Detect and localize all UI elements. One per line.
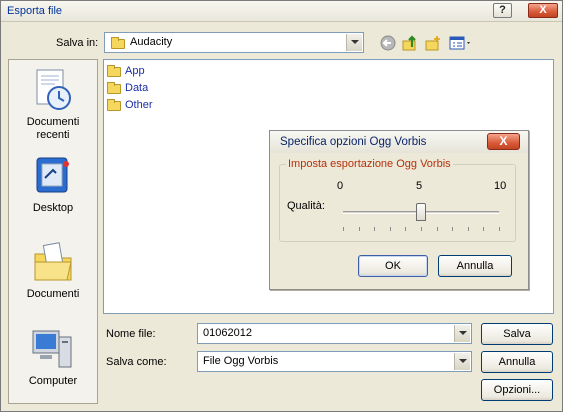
slider-tick — [452, 227, 454, 231]
place-label: Documenti — [26, 288, 80, 300]
close-button[interactable]: X — [528, 3, 558, 18]
filename-value: 01062012 — [203, 327, 252, 339]
back-arrow-icon[interactable] — [380, 35, 396, 51]
export-file-window: Esporta file ? X Salva in: Audacity Docu… — [0, 0, 563, 412]
slider-tick — [358, 227, 360, 231]
slider-tick — [499, 227, 500, 231]
title-bar: Esporta file ? X — [1, 1, 562, 22]
cancel-button[interactable]: Annulla — [481, 351, 553, 373]
folder-icon — [107, 65, 121, 77]
computer-icon — [32, 330, 72, 368]
help-button[interactable]: ? — [493, 3, 512, 18]
slider-tick — [389, 227, 391, 231]
place-label: Desktop — [32, 202, 74, 214]
filename-label: Nome file: — [106, 328, 156, 340]
scale-mid-label: 5 — [416, 180, 423, 192]
group-caption: Imposta esportazione Ogg Vorbis — [286, 158, 453, 170]
dialog-title-bar: Specifica opzioni Ogg Vorbis X — [270, 131, 528, 153]
slider-tick — [436, 227, 438, 231]
slider-tick — [405, 227, 407, 231]
chevron-down-icon[interactable] — [454, 325, 470, 342]
slider-tick — [374, 227, 376, 231]
place-label: Documenti recenti — [26, 116, 80, 141]
window-title: Esporta file — [7, 5, 63, 17]
chevron-down-icon[interactable] — [454, 353, 470, 370]
folder-icon — [111, 37, 125, 49]
item-name: Data — [125, 82, 149, 94]
dialog-close-button[interactable]: X — [487, 133, 520, 150]
save-in-label: Salva in: — [56, 37, 99, 49]
my-documents-icon — [34, 242, 72, 281]
quality-label: Qualità: — [287, 200, 325, 212]
place-computer[interactable]: Computer — [9, 325, 97, 395]
new-folder-icon[interactable] — [425, 35, 441, 51]
save-in-dropdown[interactable]: Audacity — [104, 32, 364, 53]
scale-max-label: 10 — [494, 180, 507, 192]
options-button[interactable]: Opzioni... — [481, 379, 553, 401]
quality-slider-thumb[interactable] — [416, 203, 426, 221]
ogg-options-dialog: Specifica opzioni Ogg Vorbis X Imposta e… — [269, 130, 529, 290]
saveas-dropdown[interactable]: File Ogg Vorbis — [197, 351, 472, 372]
slider-tick — [483, 227, 485, 231]
folder-icon — [107, 82, 121, 94]
dialog-title: Specifica opzioni Ogg Vorbis — [280, 136, 427, 148]
slider-tick — [467, 227, 469, 231]
scale-min-label: 0 — [337, 180, 344, 192]
save-button[interactable]: Salva — [481, 323, 553, 345]
views-menu-icon[interactable] — [449, 35, 473, 51]
item-name: Other — [125, 99, 153, 111]
slider-tick — [343, 227, 344, 231]
place-desktop[interactable]: Desktop — [9, 152, 97, 222]
ok-button[interactable]: OK — [358, 255, 428, 277]
place-recent-documents[interactable]: Documenti recenti — [9, 64, 97, 144]
up-folder-icon[interactable] — [402, 35, 418, 51]
desktop-icon — [36, 157, 69, 193]
item-name: App — [125, 65, 145, 77]
dialog-cancel-button[interactable]: Annulla — [438, 255, 512, 277]
saveas-value: File Ogg Vorbis — [203, 355, 279, 367]
folder-icon — [107, 99, 121, 111]
recent-documents-icon — [36, 69, 71, 110]
slider-tick — [421, 227, 422, 231]
filename-input[interactable]: 01062012 — [197, 323, 472, 344]
place-documents[interactable]: Documenti — [9, 238, 97, 308]
place-label: Computer — [28, 375, 78, 387]
save-in-value: Audacity — [130, 36, 173, 48]
places-bar: Documenti recenti Desktop Documenti Comp… — [8, 59, 98, 404]
chevron-down-icon[interactable] — [346, 34, 362, 51]
saveas-label: Salva come: — [106, 356, 167, 368]
